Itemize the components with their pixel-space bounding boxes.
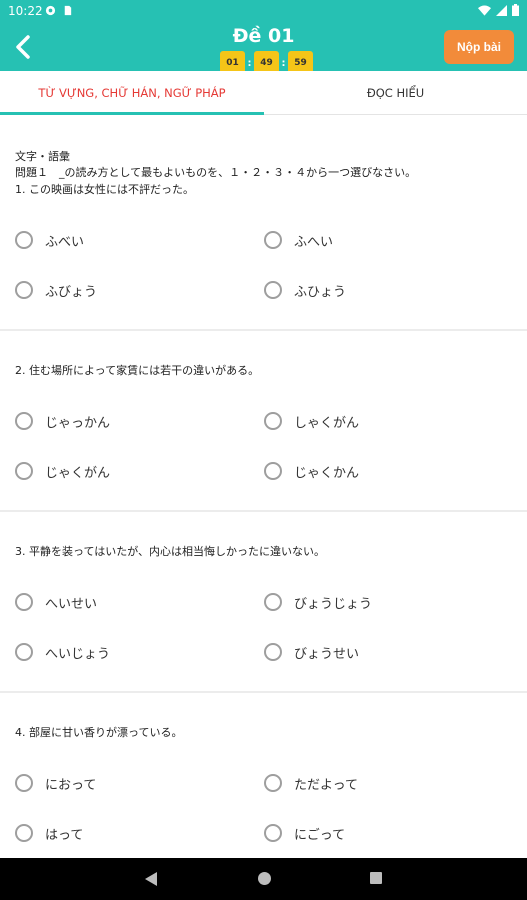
nav-home-icon[interactable] — [257, 871, 272, 886]
answer-option[interactable]: びょうじょう — [264, 590, 372, 614]
question-card: 3. 平静を装ってはいたが、内心は相当悔しかったに違いない。 へいせい びょうじ… — [0, 512, 527, 691]
tab-reading[interactable]: ĐỌC HIỂU — [264, 71, 527, 115]
app-header: 10:22 Đề 01 01 : 49 : 59 Nộp bài — [0, 0, 527, 75]
option-label: ふびょう — [45, 284, 98, 300]
active-tab-indicator — [0, 112, 264, 115]
radio-button[interactable] — [15, 462, 33, 480]
answer-option[interactable]: へいじょう — [15, 640, 110, 664]
radio-button[interactable] — [15, 412, 33, 430]
signal-icon — [496, 4, 507, 16]
radio-button[interactable] — [15, 824, 33, 842]
answer-option[interactable]: へいせい — [15, 590, 97, 614]
answer-option[interactable]: ふへい — [264, 228, 333, 252]
question-text: 1. この映画は女性には不評だった。 — [15, 183, 194, 196]
question-card: 4. 部屋に甘い香りが漂っている。 におって ただよって はって にごって — [0, 693, 527, 858]
option-label: にごって — [294, 827, 346, 843]
radio-button[interactable] — [264, 643, 282, 661]
question-list[interactable]: 文字・語彙 問題１ _の読み方として最もよいものを、１・２・３・４から一つ選びな… — [0, 116, 527, 858]
tab-bar: TỪ VỰNG, CHỮ HÁN, NGỮ PHÁP ĐỌC HIỂU — [0, 71, 527, 115]
option-label: ふひょう — [294, 284, 347, 300]
question-text: 3. 平静を装ってはいたが、内心は相当悔しかったに違いない。 — [15, 545, 325, 558]
radio-button[interactable] — [264, 593, 282, 611]
timer-separator: : — [247, 57, 252, 69]
answer-option[interactable]: ふひょう — [264, 278, 346, 302]
answer-option[interactable]: におって — [15, 771, 96, 795]
radio-button[interactable] — [15, 231, 33, 249]
answer-option[interactable]: ふびょう — [15, 278, 97, 302]
option-label: びょうじょう — [294, 596, 373, 612]
battery-icon — [512, 4, 519, 16]
radio-button[interactable] — [264, 281, 282, 299]
section-instruction: 問題１ _の読み方として最もよいものを、１・２・３・４から一つ選びなさい。 — [15, 166, 417, 179]
answer-option[interactable]: じゃくかん — [264, 459, 359, 483]
answer-option[interactable]: じゃくがん — [15, 459, 110, 483]
option-label: はって — [45, 827, 84, 843]
answer-option[interactable]: ただよって — [264, 771, 358, 795]
radio-button[interactable] — [264, 412, 282, 430]
option-label: じゃっかん — [45, 415, 111, 431]
status-bar: 10:22 — [0, 0, 527, 22]
option-label: びょうせい — [294, 646, 360, 662]
question-card: 文字・語彙 問題１ _の読み方として最もよいものを、１・２・３・４から一つ選びな… — [0, 116, 527, 328]
radio-button[interactable] — [15, 593, 33, 611]
wifi-icon — [478, 5, 491, 16]
radio-button[interactable] — [15, 643, 33, 661]
nav-back-icon[interactable] — [144, 871, 158, 887]
radio-button[interactable] — [15, 774, 33, 792]
tab-vocabulary-kanji-grammar[interactable]: TỪ VỰNG, CHỮ HÁN, NGỮ PHÁP — [0, 71, 264, 115]
option-label: しゃくがん — [294, 415, 360, 431]
answer-option[interactable]: にごって — [264, 821, 345, 845]
answer-option[interactable]: びょうせい — [264, 640, 359, 664]
option-label: じゃくがん — [45, 465, 111, 481]
sd-card-icon — [64, 5, 72, 16]
question-text: 4. 部屋に甘い香りが漂っている。 — [15, 726, 183, 739]
answer-option[interactable]: ふべい — [15, 228, 84, 252]
option-label: におって — [45, 777, 97, 793]
option-label: じゃくかん — [294, 465, 360, 481]
answer-option[interactable]: じゃっかん — [15, 409, 110, 433]
option-label: へいせい — [45, 596, 98, 612]
sync-icon — [45, 5, 56, 16]
option-label: ふべい — [45, 234, 85, 250]
answer-option[interactable]: はって — [15, 821, 83, 845]
answer-option[interactable]: しゃくがん — [264, 409, 359, 433]
radio-button[interactable] — [264, 774, 282, 792]
question-card: 2. 住む場所によって家賃には若干の違いがある。 じゃっかん しゃくがん じゃく… — [0, 331, 527, 510]
section-title: 文字・語彙 — [15, 150, 70, 163]
timer-separator: : — [281, 57, 286, 69]
status-time: 10:22 — [8, 4, 43, 18]
option-label: へいじょう — [45, 646, 111, 662]
option-label: ふへい — [294, 234, 334, 250]
nav-recents-icon[interactable] — [369, 871, 383, 885]
radio-button[interactable] — [264, 824, 282, 842]
radio-button[interactable] — [264, 462, 282, 480]
radio-button[interactable] — [15, 281, 33, 299]
question-text: 2. 住む場所によって家賃には若干の違いがある。 — [15, 364, 260, 377]
option-label: ただよって — [294, 777, 358, 793]
radio-button[interactable] — [264, 231, 282, 249]
submit-button[interactable]: Nộp bài — [444, 30, 514, 64]
system-navigation-bar — [0, 858, 527, 900]
